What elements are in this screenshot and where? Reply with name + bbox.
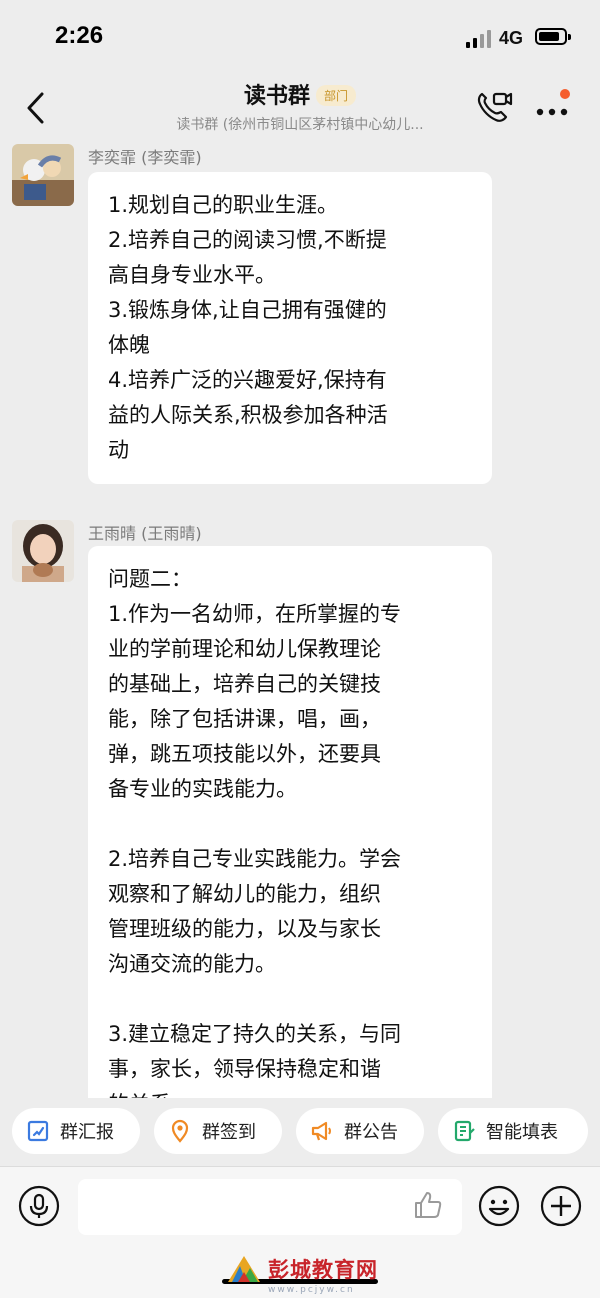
form-icon <box>454 1120 475 1142</box>
quick-actions-bar: 群汇报 群签到 群公告 智能填表 <box>0 1098 600 1166</box>
status-time: 2:26 <box>55 22 104 49</box>
notification-dot <box>560 89 570 99</box>
voice-input-icon[interactable] <box>18 1185 60 1227</box>
report-icon <box>27 1120 49 1142</box>
status-bar: 2:26 4G <box>0 0 600 78</box>
more-options-icon[interactable] <box>534 94 574 124</box>
chat-title: 读书群 <box>243 84 310 109</box>
message-list[interactable]: 李奕霏 (李奕霏) 1.规划自己的职业生涯。 2.培养自己的阅读习惯,不断提 高… <box>0 138 600 1098</box>
avatar-image <box>12 520 74 582</box>
group-report-label: 群汇报 <box>60 1122 114 1143</box>
message-bubble[interactable]: 1.规划自己的职业生涯。 2.培养自己的阅读习惯,不断提 高自身专业水平。 3.… <box>88 172 492 484</box>
smart-form-button[interactable]: 智能填表 <box>438 1108 588 1154</box>
group-checkin-label: 群签到 <box>202 1122 256 1143</box>
avatar-image <box>12 144 74 206</box>
watermark-text: 彭城教育网 <box>268 1257 378 1282</box>
chat-header: 读书群 部门 读书群 (徐州市铜山区茅村镇中心幼儿... <box>0 78 600 138</box>
plus-icon[interactable] <box>540 1185 582 1227</box>
smart-form-label: 智能填表 <box>486 1122 558 1143</box>
thumbs-up-icon[interactable] <box>412 1189 444 1221</box>
message-bubble[interactable]: 问题二： 1.作为一名幼师，在所掌握的专 业的学前理论和幼儿保教理论 的基础上，… <box>88 546 492 1098</box>
avatar[interactable] <box>12 144 74 206</box>
video-call-icon[interactable] <box>474 88 514 124</box>
group-announcement-button[interactable]: 群公告 <box>296 1108 424 1154</box>
watermark-url: www.pcjyw.cn <box>268 1285 355 1295</box>
input-bar: 彭城教育网 www.pcjyw.cn <box>0 1166 600 1298</box>
group-report-button[interactable]: 群汇报 <box>12 1108 140 1154</box>
network-label: 4G <box>499 28 524 48</box>
sender-name: 王雨晴 (王雨晴) <box>88 524 202 543</box>
battery-icon <box>535 28 571 45</box>
megaphone-icon <box>311 1121 331 1141</box>
avatar[interactable] <box>12 520 74 582</box>
emoji-icon[interactable] <box>478 1185 520 1227</box>
sender-name: 李奕霏 (李奕霏) <box>88 148 202 167</box>
group-checkin-button[interactable]: 群签到 <box>154 1108 282 1154</box>
group-announcement-label: 群公告 <box>344 1122 398 1143</box>
watermark: 彭城教育网 <box>226 1252 378 1286</box>
department-badge: 部门 <box>316 85 357 106</box>
watermark-logo-icon <box>228 1256 260 1282</box>
message-input[interactable] <box>78 1179 462 1235</box>
location-icon <box>171 1119 189 1143</box>
signal-icon <box>466 30 492 48</box>
